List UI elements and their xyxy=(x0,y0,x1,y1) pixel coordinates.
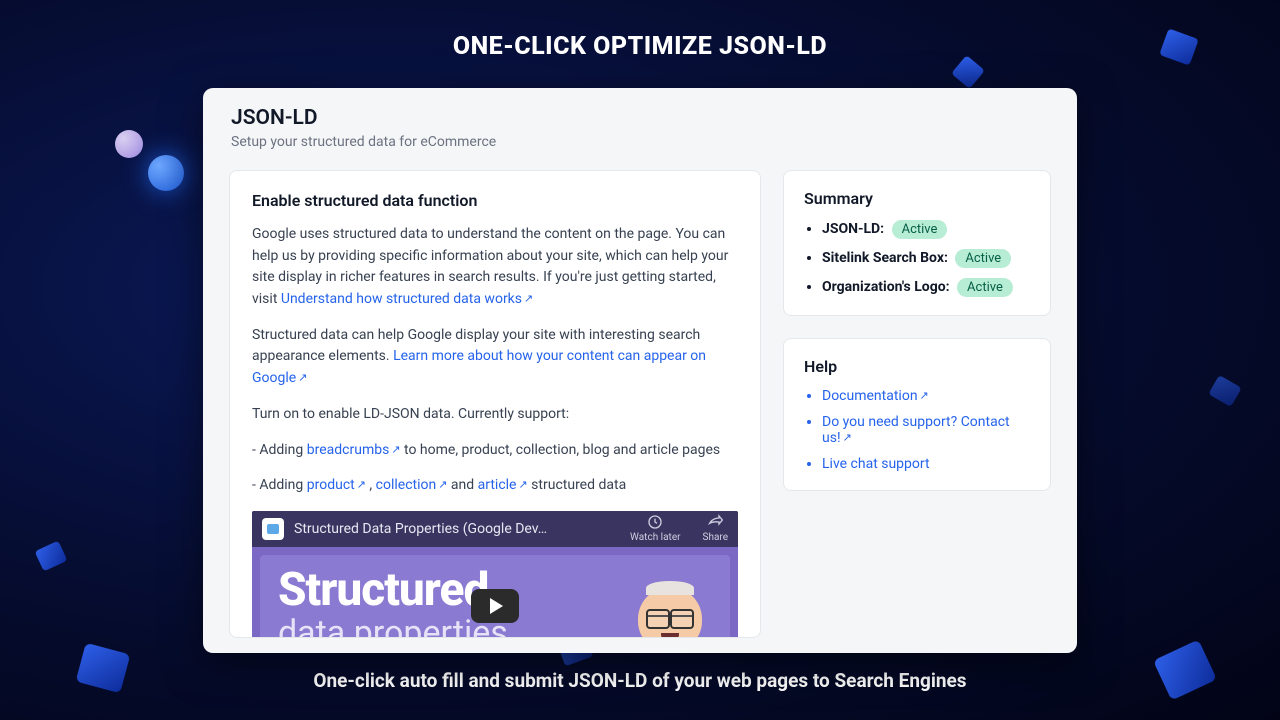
external-link-icon: ↗ xyxy=(518,476,527,493)
external-link-icon: ↗ xyxy=(357,476,366,493)
decor-cube xyxy=(35,541,68,572)
external-link-icon: ↗ xyxy=(920,389,929,402)
decor-orb xyxy=(115,130,143,158)
help-link-documentation[interactable]: Documentation↗ xyxy=(822,388,929,404)
summary-heading: Summary xyxy=(804,189,1030,208)
status-badge: Active xyxy=(955,249,1011,268)
external-link-icon: ↗ xyxy=(524,290,533,307)
banner-subtitle: One-click auto fill and submit JSON-LD o… xyxy=(0,669,1280,692)
presenter-avatar xyxy=(624,587,716,638)
summary-item: JSON-LD: Active xyxy=(822,220,1030,239)
video-titlebar: Structured Data Properties (Google Dev… … xyxy=(252,511,738,547)
summary-item: Organization's Logo: Active xyxy=(822,278,1030,297)
watch-later-button[interactable]: Watch later xyxy=(630,514,680,543)
external-link-icon: ↗ xyxy=(391,441,400,458)
video-title: Structured Data Properties (Google Dev… xyxy=(294,521,547,537)
settings-card: JSON-LD Setup your structured data for e… xyxy=(203,88,1077,653)
help-link-chat[interactable]: Live chat support xyxy=(822,456,930,472)
link-collection[interactable]: collection↗ xyxy=(376,477,448,493)
decor-cube xyxy=(1208,375,1242,407)
share-button[interactable]: Share xyxy=(703,514,728,543)
external-link-icon: ↗ xyxy=(843,431,852,444)
help-link-contact[interactable]: Do you need support? Contact us!↗ xyxy=(822,414,1010,446)
link-article[interactable]: article↗ xyxy=(478,477,528,493)
support-item-breadcrumbs: - Adding breadcrumbs↗ to home, product, … xyxy=(252,440,738,462)
main-heading: Enable structured data function xyxy=(252,191,738,210)
main-panel: Enable structured data function Google u… xyxy=(229,170,761,638)
status-badge: Active xyxy=(957,278,1013,297)
link-product[interactable]: product↗ xyxy=(307,477,366,493)
intro-paragraph-1: Google uses structured data to understan… xyxy=(252,224,738,311)
banner-title: ONE-CLICK OPTIMIZE JSON-LD xyxy=(0,0,1280,61)
external-link-icon: ↗ xyxy=(298,369,307,386)
play-button[interactable] xyxy=(471,589,519,623)
summary-item: Sitelink Search Box: Active xyxy=(822,249,1030,268)
help-heading: Help xyxy=(804,357,1030,376)
page-title: JSON-LD xyxy=(231,106,1049,130)
link-understand-structured-data[interactable]: Understand how structured data works↗ xyxy=(281,291,533,307)
link-breadcrumbs[interactable]: breadcrumbs↗ xyxy=(307,442,401,458)
page-subtitle: Setup your structured data for eCommerce xyxy=(231,134,1049,150)
intro-paragraph-2: Structured data can help Google display … xyxy=(252,325,738,390)
support-item-types: - Adding product↗ , collection↗ and arti… xyxy=(252,475,738,497)
decor-orb xyxy=(148,155,184,191)
summary-panel: Summary JSON-LD: Active Sitelink Search … xyxy=(783,170,1051,316)
video-embed[interactable]: Structured Data Properties (Google Dev… … xyxy=(252,511,738,638)
channel-icon xyxy=(262,518,284,540)
help-panel: Help Documentation↗ Do you need support?… xyxy=(783,338,1051,491)
support-line: Turn on to enable LD-JSON data. Currentl… xyxy=(252,404,738,426)
status-badge: Active xyxy=(892,220,948,239)
